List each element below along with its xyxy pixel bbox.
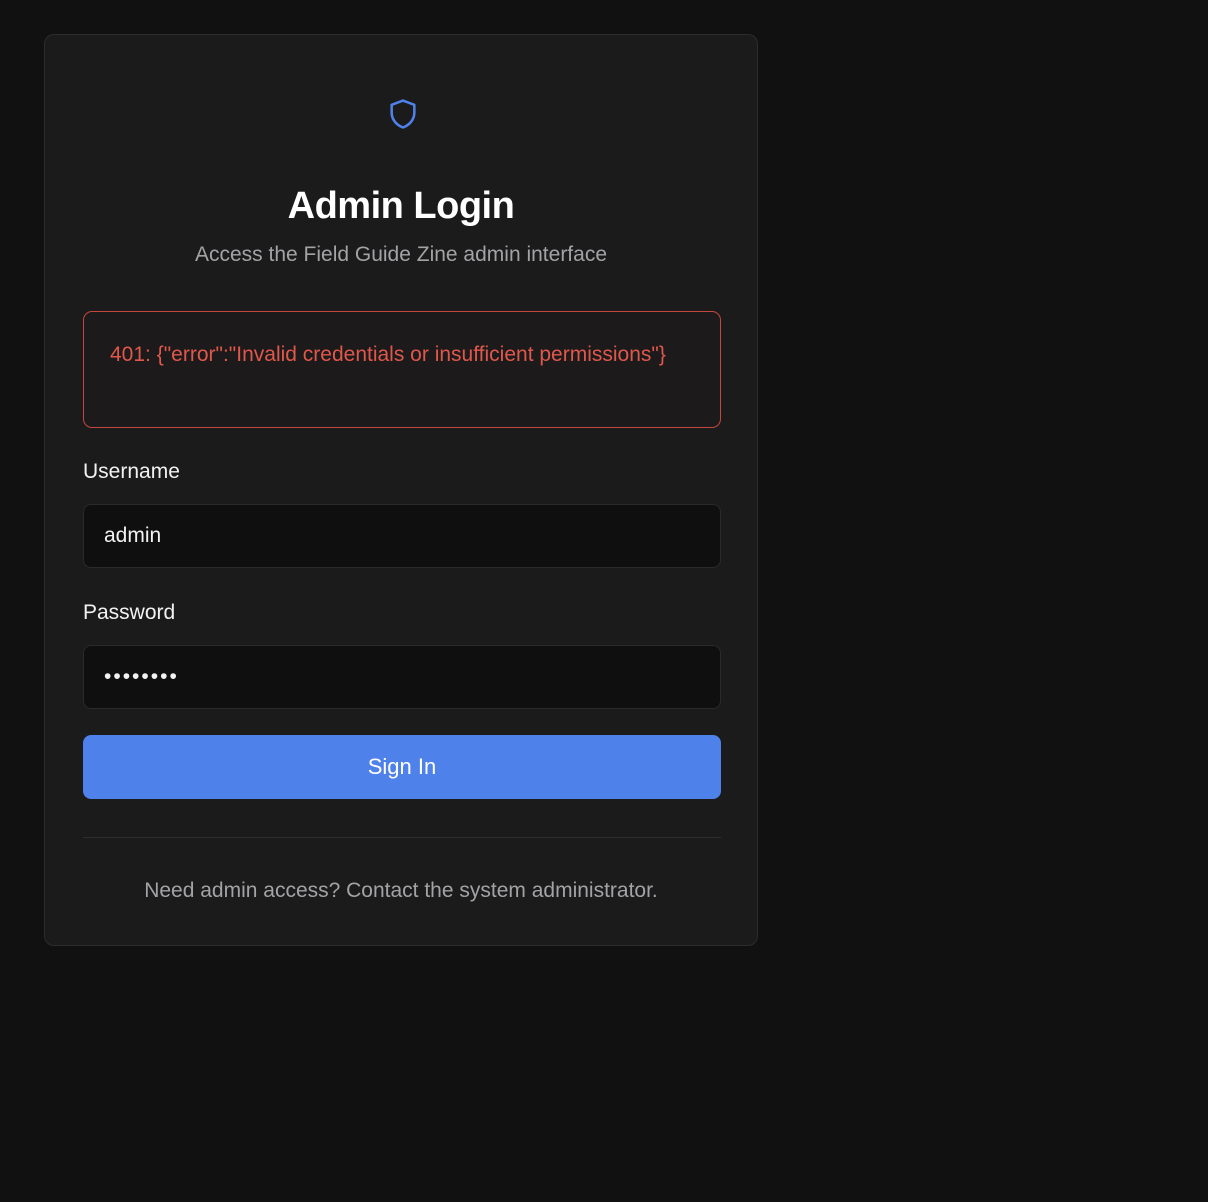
page-subtitle: Access the Field Guide Zine admin interf… (194, 243, 608, 266)
username-label: Username (83, 460, 180, 483)
password-field[interactable] (83, 645, 721, 709)
password-label: Password (83, 601, 176, 624)
sign-in-button[interactable]: Sign In (83, 735, 721, 799)
login-card: Admin Login Access the Field Guide Zine … (44, 34, 758, 946)
error-alert: 401: {"error":"Invalid credentials or in… (83, 311, 721, 428)
shield-icon (390, 99, 416, 129)
admin-access-note: Need admin access? Contact the system ad… (144, 879, 658, 902)
page-title: Admin Login (287, 185, 515, 227)
divider (83, 837, 721, 838)
username-field[interactable] (83, 504, 721, 568)
